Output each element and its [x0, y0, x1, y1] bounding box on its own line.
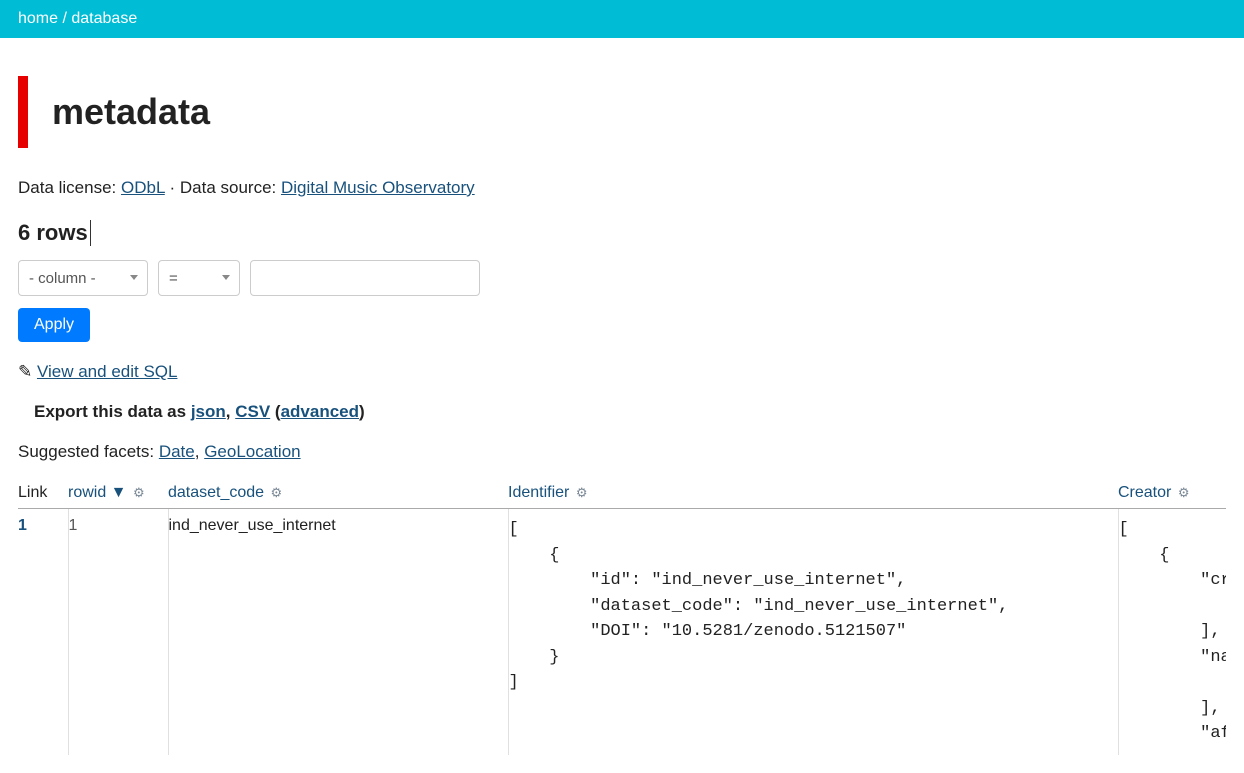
col-rowid[interactable]: rowid ▼ ⚙ — [68, 480, 168, 509]
filter-operator-select[interactable]: = — [158, 260, 240, 296]
export-advanced-link[interactable]: advanced — [281, 402, 359, 421]
facets-line: Suggested facets: Date, GeoLocation — [18, 442, 1226, 462]
cell-creator: [ { "crea " ], "name " ], "affi — [1118, 509, 1226, 755]
col-link: Link — [18, 480, 68, 509]
table-row: 1 1 ind_never_use_internet [ { "id": "in… — [18, 509, 1226, 755]
gear-icon[interactable]: ⚙ — [271, 485, 283, 500]
row-count: 6 rows — [18, 220, 91, 246]
breadcrumb-home[interactable]: home — [18, 10, 58, 27]
license-line: Data license: ODbL · Data source: Digita… — [18, 178, 1226, 198]
col-identifier[interactable]: Identifier ⚙ — [508, 480, 1118, 509]
col-creator[interactable]: Creator ⚙ — [1118, 480, 1226, 509]
gear-icon[interactable]: ⚙ — [133, 485, 145, 500]
source-link[interactable]: Digital Music Observatory — [281, 178, 475, 197]
row-link[interactable]: 1 — [18, 517, 27, 534]
breadcrumb-sep: / — [58, 10, 71, 27]
pencil-icon: ✎ — [18, 362, 37, 381]
page-title: metadata — [52, 91, 210, 133]
cell-identifier: [ { "id": "ind_never_use_internet", "dat… — [508, 509, 1118, 755]
data-table: Link rowid ▼ ⚙ dataset_code ⚙ Identifier… — [18, 480, 1226, 755]
view-sql-link[interactable]: View and edit SQL — [37, 362, 178, 381]
export-line: Export this data as json, CSV (advanced) — [18, 402, 1226, 422]
facet-geolocation-link[interactable]: GeoLocation — [204, 442, 300, 461]
cell-dataset-code: ind_never_use_internet — [168, 509, 508, 755]
export-csv-link[interactable]: CSV — [235, 402, 270, 421]
gear-icon[interactable]: ⚙ — [1178, 485, 1190, 500]
apply-button[interactable]: Apply — [18, 308, 90, 342]
cell-rowid: 1 — [68, 509, 168, 755]
breadcrumb: home / database — [0, 0, 1244, 38]
license-link[interactable]: ODbL — [121, 178, 165, 197]
filter-value-input[interactable] — [250, 260, 480, 296]
title-accent-bar — [18, 76, 28, 148]
col-dataset-code[interactable]: dataset_code ⚙ — [168, 480, 508, 509]
breadcrumb-database[interactable]: database — [71, 10, 137, 27]
gear-icon[interactable]: ⚙ — [576, 485, 588, 500]
facet-date-link[interactable]: Date — [159, 442, 195, 461]
export-json-link[interactable]: json — [191, 402, 226, 421]
filter-column-select[interactable]: - column - — [18, 260, 148, 296]
